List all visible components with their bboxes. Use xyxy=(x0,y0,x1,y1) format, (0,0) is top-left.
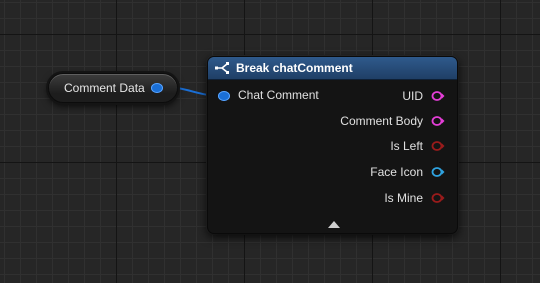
output-row-face-icon: Face Icon xyxy=(217,163,457,181)
break-chatcomment-node[interactable]: Break chatComment Chat Comment UID Comme… xyxy=(207,56,458,234)
is-mine-output-label: Is Mine xyxy=(384,191,423,205)
variable-name-label: Comment Data xyxy=(64,81,145,95)
object-pin-icon[interactable] xyxy=(431,166,445,178)
string-pin-icon[interactable] xyxy=(431,115,445,127)
output-row-is-mine: Is Mine xyxy=(217,189,457,207)
uid-output-label: UID xyxy=(402,89,423,103)
output-row-is-left: Is Left xyxy=(217,137,457,155)
struct-output-pin[interactable] xyxy=(151,83,163,93)
comment-body-output-label: Comment Body xyxy=(340,114,423,128)
output-row-comment-body: Comment Body xyxy=(217,112,457,130)
is-left-output-label: Is Left xyxy=(390,139,423,153)
comment-data-variable-node[interactable]: Comment Data xyxy=(48,73,178,103)
bool-pin-icon[interactable] xyxy=(431,192,445,204)
node-title: Break chatComment xyxy=(236,61,353,75)
output-row-uid: UID xyxy=(217,87,457,105)
collapse-arrow-icon[interactable] xyxy=(328,221,340,228)
node-header[interactable]: Break chatComment xyxy=(208,57,457,80)
break-struct-icon xyxy=(215,62,229,74)
string-pin-icon[interactable] xyxy=(431,90,445,102)
face-icon-output-label: Face Icon xyxy=(370,165,423,179)
bool-pin-icon[interactable] xyxy=(431,140,445,152)
